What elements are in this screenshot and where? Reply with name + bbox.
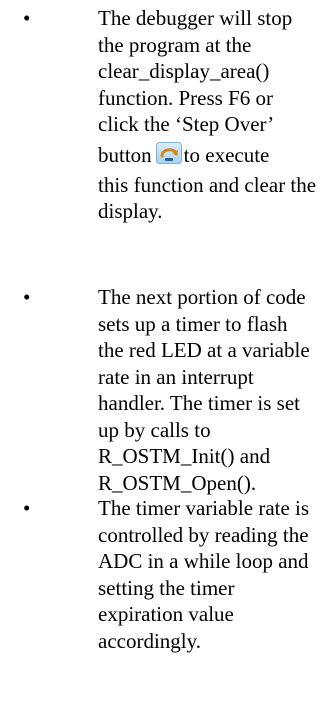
- text-line: The debugger will stop: [98, 6, 293, 30]
- text-line: click the ‘Step Over’: [98, 112, 275, 136]
- text-line: the program at the: [98, 32, 252, 57]
- text-line: up by calls to: [98, 417, 211, 442]
- text-line: The timer variable rate is: [98, 496, 310, 520]
- text-line: this function and clear the: [98, 172, 317, 197]
- text-line: clear_display_area(): [98, 59, 270, 83]
- text-line: R_OSTM_Init() and: [98, 444, 271, 468]
- bullet-symbol: •: [23, 285, 31, 309]
- bullet-symbol: •: [23, 496, 31, 520]
- text-line: controlled by reading the: [98, 522, 309, 547]
- text-fragment: button: [98, 142, 152, 167]
- text-line: sets up a timer to flash: [98, 311, 288, 336]
- text-line: handler. The timer is set: [98, 391, 300, 415]
- text-line: the red LED at a variable: [98, 338, 310, 362]
- text-line-with-icon: button to execute: [98, 138, 334, 172]
- bullet-text: The next portion of code sets up a timer…: [98, 284, 334, 496]
- text-line: function. Press F6 or: [98, 85, 273, 110]
- bullet-text: The debugger will stop the program at th…: [98, 5, 334, 225]
- bullet-text: The timer variable rate is controlled by…: [98, 495, 334, 654]
- document-page: • The debugger will stop the program at …: [0, 0, 334, 725]
- text-line: expiration value: [98, 602, 234, 626]
- text-line: accordingly.: [98, 628, 202, 653]
- bullet-symbol: •: [23, 6, 31, 30]
- text-line: display.: [98, 199, 163, 223]
- text-line: The next portion of code: [98, 285, 306, 309]
- text-line: ADC in a while loop and: [98, 549, 309, 573]
- text-line: rate in an interrupt: [98, 364, 254, 389]
- step-over-icon: [155, 141, 182, 164]
- text-fragment: to execute: [183, 142, 270, 167]
- text-line: setting the timer: [98, 575, 235, 600]
- text-line: R_OSTM_Open().: [98, 470, 257, 495]
